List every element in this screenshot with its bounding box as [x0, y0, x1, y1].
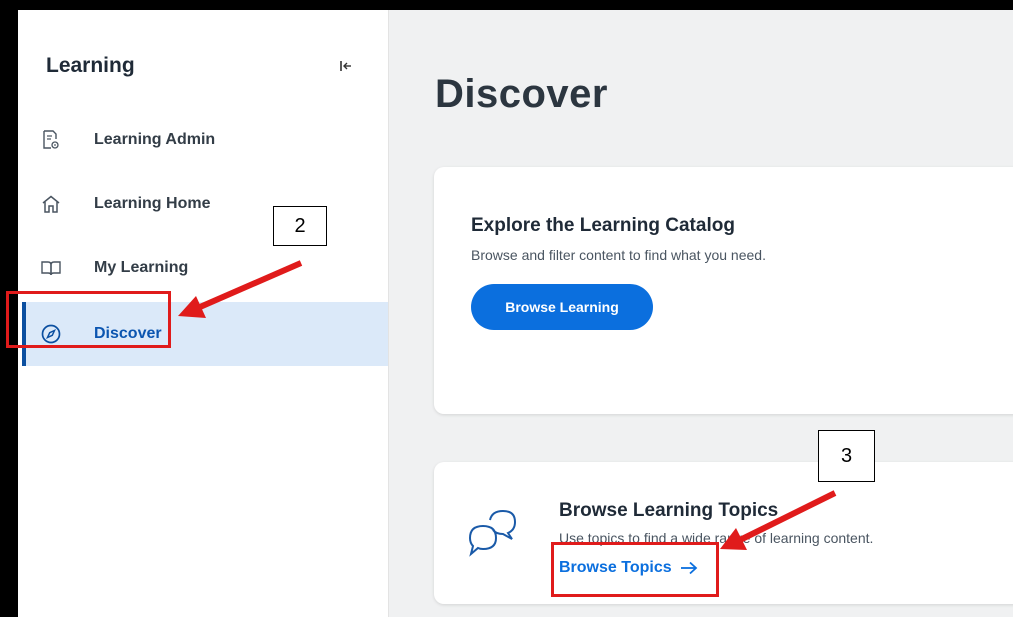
chat-bubbles-icon	[468, 509, 517, 557]
catalog-card-description: Browse and filter content to find what y…	[471, 247, 766, 263]
compass-icon	[40, 323, 62, 345]
sidebar: Learning Learning Admin Learning Home My…	[18, 10, 389, 617]
topics-card-description: Use topics to find a wide range of learn…	[559, 530, 874, 546]
browse-topics-link-label: Browse Topics	[559, 559, 672, 576]
sidebar-item-learning-admin[interactable]: Learning Admin	[22, 108, 388, 172]
sidebar-item-label: Discover	[94, 325, 162, 342]
sidebar-title: Learning	[46, 54, 135, 77]
app-frame: Learning Learning Admin Learning Home My…	[0, 0, 1013, 617]
sidebar-item-label: My Learning	[94, 259, 189, 276]
sidebar-item-discover[interactable]: Discover	[22, 302, 388, 366]
collapse-sidebar-button[interactable]	[336, 56, 356, 76]
page-title: Discover	[435, 72, 608, 116]
topics-card-title: Browse Learning Topics	[559, 500, 779, 521]
browse-learning-button[interactable]: Browse Learning	[471, 284, 653, 330]
sidebar-item-learning-home[interactable]: Learning Home	[22, 172, 388, 236]
topics-card: Browse Learning Topics Use topics to fin…	[434, 462, 1013, 604]
catalog-card: Explore the Learning Catalog Browse and …	[434, 167, 1013, 414]
catalog-card-title: Explore the Learning Catalog	[471, 215, 735, 236]
sidebar-item-label: Learning Admin	[94, 131, 216, 148]
arrow-right-icon	[680, 561, 697, 575]
browse-topics-link[interactable]: Browse Topics	[559, 559, 698, 577]
main-content: Discover Explore the Learning Catalog Br…	[389, 10, 1013, 617]
book-icon	[40, 257, 62, 279]
sidebar-item-label: Learning Home	[94, 195, 211, 212]
home-icon	[40, 193, 62, 215]
collapse-left-icon	[340, 61, 351, 71]
sidebar-item-my-learning[interactable]: My Learning	[22, 236, 388, 300]
admin-report-icon	[40, 129, 62, 151]
